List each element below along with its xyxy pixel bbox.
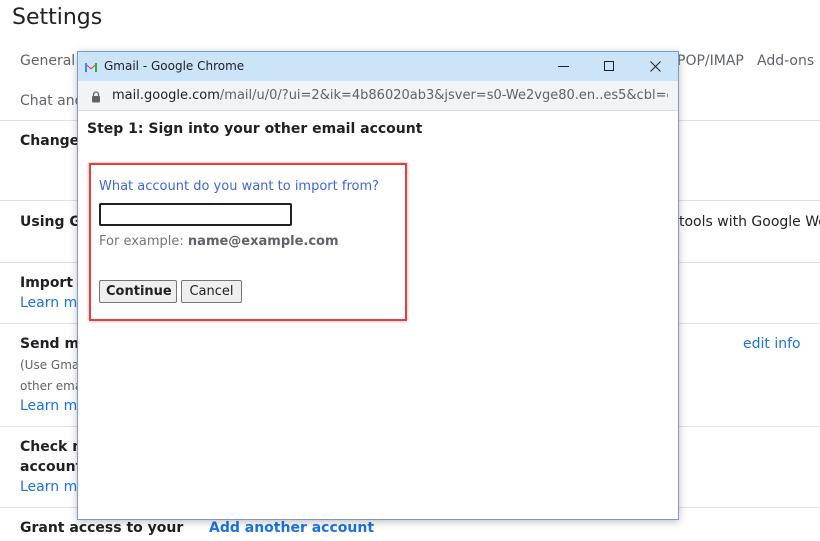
minimize-button[interactable] [540, 52, 586, 81]
tab-general[interactable]: General [20, 53, 75, 69]
send-sub-text: other emai [20, 379, 86, 393]
using-right-text: tools with Google Work [679, 214, 820, 230]
example-email: name@example.com [187, 234, 339, 249]
tab-pop-imap[interactable]: POP/IMAP [677, 53, 744, 69]
tab-chat[interactable]: Chat and [20, 93, 84, 109]
example-prefix: For example: [99, 234, 188, 249]
lock-icon [91, 90, 101, 103]
continue-button[interactable]: Continue [99, 280, 177, 303]
maximize-button[interactable] [586, 52, 632, 81]
window-titlebar[interactable]: Gmail - Google Chrome [78, 52, 678, 81]
window-title: Gmail - Google Chrome [104, 59, 245, 73]
minimize-icon [557, 59, 569, 75]
url-path: /mail/u/0/?ui=2&ik=4b86020ab3&jsver=s0-W… [219, 88, 668, 103]
page-title: Settings [12, 5, 103, 30]
check-learn-more-link[interactable]: Learn mo [20, 479, 86, 495]
gmail-icon [84, 60, 98, 72]
cancel-button[interactable]: Cancel [181, 280, 242, 303]
maximize-icon [603, 59, 615, 75]
chrome-popup-window: Gmail - Google Chrome mail.google.com/ma… [77, 51, 679, 520]
edit-info-link[interactable]: edit info [743, 336, 801, 352]
email-address-input[interactable] [99, 203, 292, 226]
url-host: mail.google.com [112, 88, 220, 103]
example-text: For example: name@example.com [99, 234, 339, 249]
popup-content: Step 1: Sign into your other email accou… [78, 111, 678, 519]
step-heading: Step 1: Sign into your other email accou… [87, 121, 423, 137]
send-learn-more-link[interactable]: Learn mo [20, 398, 86, 414]
url-text[interactable]: mail.google.com/mail/u/0/?ui=2&ik=4b8602… [112, 88, 668, 103]
address-bar[interactable]: mail.google.com/mail/u/0/?ui=2&ik=4b8602… [78, 81, 678, 111]
row-label-grant: Grant access to your [20, 520, 184, 536]
close-icon [649, 59, 661, 75]
close-button[interactable] [632, 52, 678, 81]
row-label-change: Change [20, 133, 80, 149]
import-learn-more-link[interactable]: Learn mo [20, 295, 86, 311]
tab-addons[interactable]: Add-ons [757, 53, 814, 69]
screen: Settings General POP/IMAP Add-ons Chat a… [0, 0, 820, 541]
add-another-account-link[interactable]: Add another account [209, 520, 374, 536]
import-question-label: What account do you want to import from? [99, 179, 380, 194]
